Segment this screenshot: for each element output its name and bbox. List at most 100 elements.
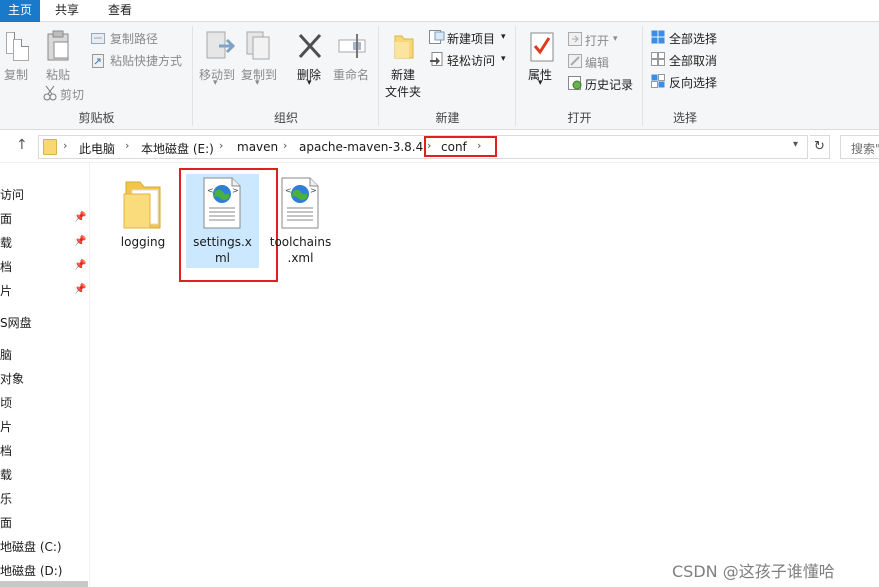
organize-group: 移动到 ▾ 复制到 ▾ 删除 ▾ 重命名 组织 — [193, 22, 379, 130]
properties-icon — [530, 32, 554, 62]
select-none-icon — [651, 52, 665, 66]
nav-item-3d-objects[interactable]: 对象 — [0, 370, 24, 387]
cut-button[interactable]: 剪切 — [60, 86, 84, 103]
tab-share[interactable]: 共享 — [46, 0, 88, 22]
easy-access-button[interactable]: 轻松访问 — [447, 52, 495, 69]
new-item-dropdown-icon[interactable]: ▾ — [501, 32, 506, 42]
delete-icon — [297, 32, 323, 60]
pin-icon: 📌 — [74, 260, 87, 271]
copy-button[interactable]: 复制 — [4, 66, 28, 83]
select-group-title: 选择 — [672, 111, 697, 125]
delete-dropdown-icon[interactable]: ▾ — [307, 78, 312, 88]
search-placeholder: 搜索" — [851, 142, 879, 156]
move-to-icon — [205, 30, 236, 62]
nav-item-music[interactable]: 乐 — [0, 490, 12, 507]
ribbon-tabs: 主页 共享 查看 — [0, 0, 879, 22]
new-group: 新建 文件夹 新建项目 ▾ 轻松访问 ▾ 新建 — [379, 22, 516, 130]
new-folder-icon — [393, 32, 415, 62]
clipboard-group-title: 剪贴板 — [78, 111, 115, 125]
select-none-button[interactable]: 全部取消 — [669, 52, 717, 69]
breadcrumb-chevron-icon[interactable]: › — [63, 139, 67, 152]
select-all-icon — [651, 30, 665, 44]
refresh-icon[interactable]: ↻ — [810, 135, 830, 159]
breadcrumb-chevron-icon[interactable]: › — [283, 139, 287, 152]
nav-item-desktop[interactable]: 面 — [0, 210, 12, 227]
file-name-line-2: .xml — [287, 251, 314, 265]
xml-file-icon: < > — [278, 176, 322, 230]
select-all-button[interactable]: 全部选择 — [669, 30, 717, 47]
history-button[interactable]: 历史记录 — [585, 76, 633, 93]
easy-access-icon — [429, 52, 445, 66]
select-group: 全部选择 全部取消 反向选择 选择 — [643, 22, 879, 130]
copy-to-dropdown-icon[interactable]: ▾ — [255, 78, 260, 88]
easy-access-dropdown-icon[interactable]: ▾ — [501, 54, 506, 64]
address-bar[interactable]: › 此电脑 › 本地磁盘 (E:) › maven › apache-maven… — [38, 135, 808, 159]
pin-icon: 📌 — [74, 284, 87, 295]
nav-item-downloads-pc[interactable]: 载 — [0, 466, 12, 483]
paste-shortcut-icon — [92, 54, 104, 68]
up-arrow-icon[interactable]: ↑ — [16, 137, 28, 153]
open-icon — [568, 32, 582, 46]
move-to-dropdown-icon[interactable]: ▾ — [213, 78, 218, 88]
nav-item-documents[interactable]: 档 — [0, 258, 12, 275]
invert-selection-button[interactable]: 反向选择 — [669, 74, 717, 91]
horizontal-scrollbar[interactable] — [0, 581, 88, 587]
new-item-button[interactable]: 新建项目 — [447, 30, 495, 47]
folder-icon — [43, 139, 57, 155]
open-button[interactable]: 打开 — [585, 32, 609, 49]
address-dropdown-icon[interactable]: ▾ — [793, 139, 798, 150]
folder-icon — [120, 176, 168, 232]
organize-group-title: 组织 — [273, 111, 298, 125]
scissors-icon — [43, 85, 57, 101]
copy-path-icon — [91, 33, 105, 45]
tab-view[interactable]: 查看 — [98, 0, 142, 22]
breadcrumb-maven[interactable]: maven — [237, 140, 278, 154]
conf-highlight-box — [424, 136, 497, 157]
file-item-logging[interactable]: logging — [110, 174, 176, 264]
nav-item-pictures-pc[interactable]: 片 — [0, 418, 12, 435]
tab-home[interactable]: 主页 — [0, 0, 40, 22]
nav-item-pictures[interactable]: 片 — [0, 282, 12, 299]
edit-button[interactable]: 编辑 — [585, 54, 609, 71]
navigation-pane: 访问 面 📌 载 📌 档 📌 片 📌 S网盘 脑 对象 顷 片 档 载 乐 面 … — [0, 163, 90, 587]
pin-icon: 📌 — [74, 236, 87, 247]
file-name-line-1: toolchains — [269, 235, 332, 249]
nav-item-cloud-drive[interactable]: S网盘 — [0, 314, 32, 331]
pin-icon: 📌 — [74, 212, 87, 223]
paste-button[interactable]: 粘贴 — [46, 66, 70, 83]
file-item-toolchains-xml[interactable]: < > toolchains .xml — [264, 174, 337, 268]
paste-shortcut-button[interactable]: 粘贴快捷方式 — [110, 52, 182, 69]
svg-text:<: < — [285, 186, 292, 195]
new-group-title: 新建 — [435, 111, 460, 125]
copy-to-icon — [245, 30, 275, 62]
nav-item-drive-c[interactable]: 地磁盘 (C:) — [0, 538, 62, 555]
nav-item-videos[interactable]: 顷 — [0, 394, 12, 411]
clipboard-group: 复制 粘贴 复制路径 粘贴快捷方式 剪切 剪贴板 — [0, 22, 193, 130]
open-dropdown-icon[interactable]: ▾ — [613, 34, 618, 44]
nav-item-downloads[interactable]: 载 — [0, 234, 12, 251]
breadcrumb-this-pc[interactable]: 此电脑 — [79, 140, 115, 157]
ribbon: 复制 粘贴 复制路径 粘贴快捷方式 剪切 剪贴板 移动到 ▾ 复制到 ▾ 删除 … — [0, 22, 879, 130]
new-folder-label-1[interactable]: 新建 — [391, 66, 415, 83]
history-icon — [568, 76, 582, 90]
breadcrumb-chevron-icon[interactable]: › — [219, 139, 223, 152]
new-item-icon — [429, 30, 445, 44]
open-group: 属性 ▾ 打开 ▾ 编辑 历史记录 打开 — [516, 22, 643, 130]
nav-item-desktop-pc[interactable]: 面 — [0, 514, 12, 531]
rename-button[interactable]: 重命名 — [333, 66, 369, 83]
invert-selection-icon — [651, 74, 665, 88]
search-input[interactable]: 搜索" — [840, 135, 879, 159]
copy-path-button[interactable]: 复制路径 — [110, 30, 158, 47]
nav-item-documents-pc[interactable]: 档 — [0, 442, 12, 459]
properties-dropdown-icon[interactable]: ▾ — [538, 78, 543, 88]
nav-item-drive-d[interactable]: 地磁盘 (D:) — [0, 562, 62, 579]
edit-icon — [568, 54, 582, 68]
file-name: logging — [120, 235, 166, 249]
nav-item-quick-access[interactable]: 访问 — [0, 186, 24, 203]
copy-icon — [6, 32, 30, 62]
breadcrumb-chevron-icon[interactable]: › — [125, 139, 129, 152]
breadcrumb-apache-maven[interactable]: apache-maven-3.8.4 — [299, 140, 423, 154]
breadcrumb-drive-e[interactable]: 本地磁盘 (E:) — [141, 140, 214, 157]
nav-item-this-pc[interactable]: 脑 — [0, 346, 12, 363]
new-folder-label-2[interactable]: 文件夹 — [385, 83, 421, 100]
